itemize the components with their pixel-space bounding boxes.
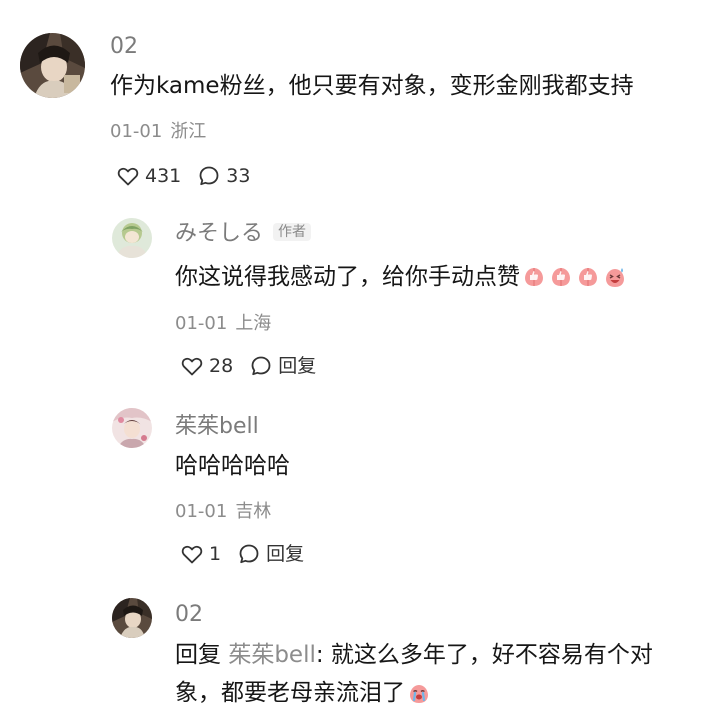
- comment-actions: 431 33: [116, 164, 250, 188]
- crying-emoji: [410, 685, 428, 703]
- comment-actions: 28 回复: [180, 354, 316, 378]
- peach-thumbs-up-emoji: [525, 268, 543, 286]
- comment-text: 哈哈哈哈哈: [175, 453, 290, 479]
- peach-thumbs-up-emoji: [579, 268, 597, 286]
- reply-label: 回复: [278, 354, 317, 377]
- avatar[interactable]: [20, 33, 85, 98]
- comment-username[interactable]: 02: [110, 36, 138, 58]
- reply-label: 回复: [266, 542, 305, 565]
- comment-location: 上海: [235, 313, 272, 334]
- peach-thumbs-up-emoji: [552, 268, 570, 286]
- comment-actions: 1 回复: [180, 542, 304, 566]
- speech-bubble-icon: [239, 544, 259, 564]
- comment-text: 你这说得我感动了，给你手动点赞: [175, 258, 628, 296]
- comment-username[interactable]: 02: [175, 604, 203, 626]
- speech-bubble-icon: [199, 166, 219, 186]
- comment-meta: 01-01 浙江: [110, 123, 206, 141]
- comment-date: 01-01: [175, 313, 228, 334]
- comment-username[interactable]: みそしる 作者: [175, 221, 312, 246]
- comment-username[interactable]: 茱茱bell: [175, 416, 259, 438]
- reply-count: 33: [226, 164, 251, 187]
- avatar-image: [112, 598, 152, 638]
- comment-text: 回复 茱茱bell: 就这么多年了，好不容易有个对: [175, 636, 653, 674]
- comment-date: 01-01: [175, 501, 228, 522]
- username-text: みそしる: [175, 221, 264, 246]
- avatar[interactable]: [112, 218, 152, 258]
- comment-text-continued: 象，都要老母亲流泪了: [175, 674, 432, 712]
- like-count: 1: [209, 542, 222, 565]
- like-button[interactable]: 431: [116, 164, 181, 188]
- reply-button[interactable]: 回复: [237, 542, 304, 566]
- comment-meta: 01-01 吉林: [175, 503, 271, 521]
- laughing-emoji: [606, 268, 624, 287]
- reply-button[interactable]: 回复: [249, 354, 316, 378]
- reply-count-button[interactable]: 33: [197, 164, 250, 188]
- reply-mention[interactable]: 茱茱bell: [228, 642, 316, 668]
- comment-text-line2: 象，都要老母亲流泪了: [175, 680, 405, 706]
- comment-location: 吉林: [235, 501, 272, 522]
- speech-bubble-icon: [251, 356, 271, 376]
- avatar-image: [112, 408, 152, 448]
- comment-location: 浙江: [170, 121, 207, 142]
- author-badge: 作者: [273, 223, 312, 241]
- avatar-image: [20, 33, 85, 98]
- comment-text-content: 你这说得我感动了，给你手动点赞: [175, 264, 520, 290]
- like-button[interactable]: 1: [180, 542, 221, 566]
- avatar[interactable]: [112, 598, 152, 638]
- heart-outline-icon: [117, 167, 139, 186]
- avatar-image: [112, 218, 152, 258]
- heart-outline-icon: [181, 357, 203, 376]
- reply-prefix: 回复: [175, 642, 221, 668]
- like-count: 28: [209, 354, 234, 377]
- comment-text-line1: : 就这么多年了，好不容易有个对: [315, 642, 653, 668]
- comment-text: 作为kame粉丝，他只要有对象，变形金刚我都支持: [110, 73, 634, 99]
- comment-meta: 01-01 上海: [175, 315, 271, 333]
- avatar[interactable]: [112, 408, 152, 448]
- like-button[interactable]: 28: [180, 354, 233, 378]
- comment-date: 01-01: [110, 121, 163, 142]
- heart-outline-icon: [181, 545, 203, 564]
- like-count: 431: [145, 164, 182, 187]
